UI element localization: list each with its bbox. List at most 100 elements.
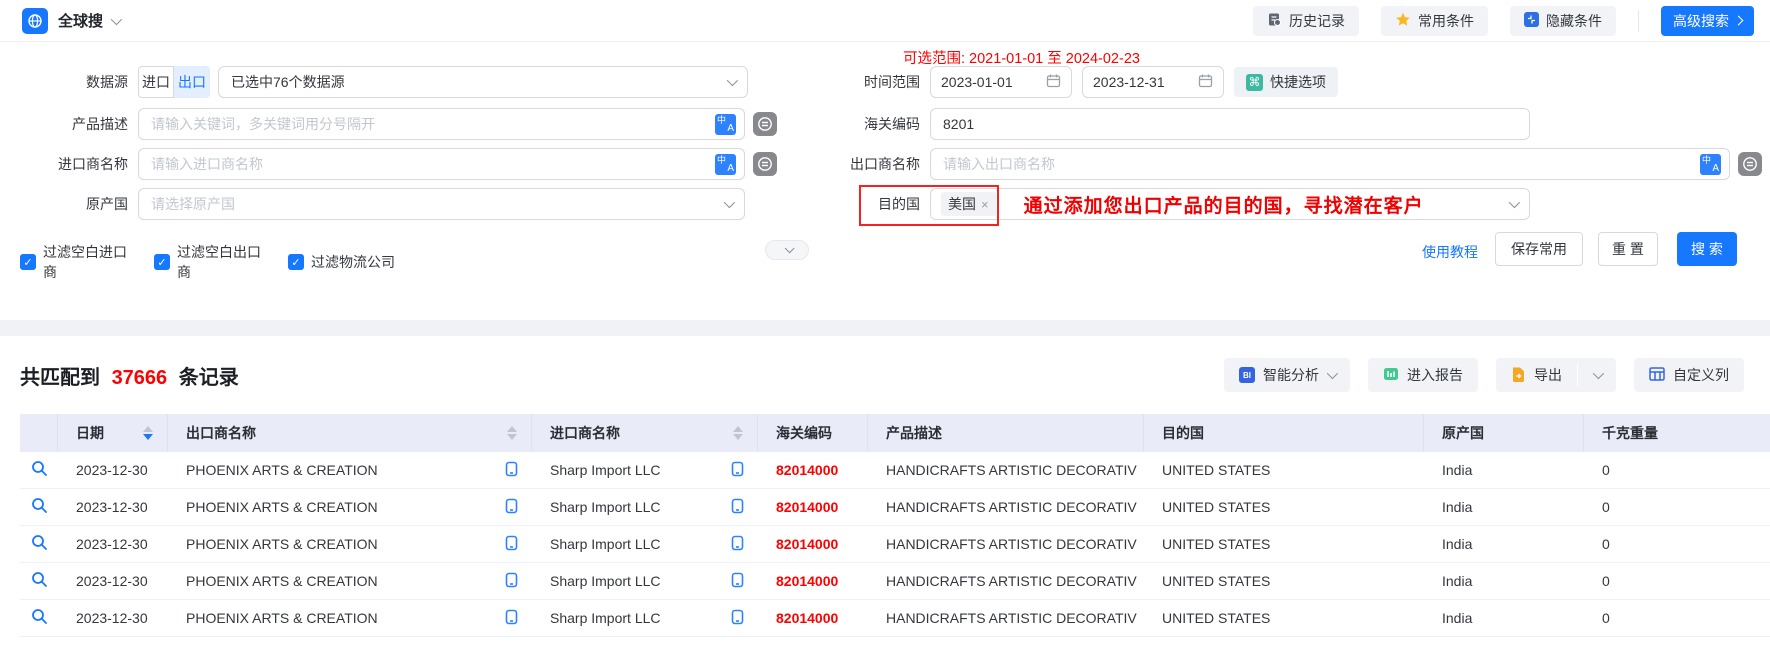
- exclude-icon[interactable]: [753, 112, 777, 136]
- hide-conditions-button[interactable]: 隐藏条件: [1510, 6, 1616, 36]
- export-dropdown-button[interactable]: [1578, 358, 1616, 392]
- cell-importer: Sharp Import LLC: [532, 572, 758, 591]
- header-product: 产品描述: [868, 414, 1144, 452]
- cell-hs-code[interactable]: 82014000: [758, 499, 868, 515]
- cell-exporter: PHOENIX ARTS & CREATION: [168, 572, 532, 591]
- cell-destination: UNITED STATES: [1144, 573, 1424, 589]
- cell-date: 2023-12-30: [58, 573, 168, 589]
- cell-hs-code[interactable]: 82014000: [758, 573, 868, 589]
- table-row: 2023-12-30 PHOENIX ARTS & CREATION Sharp…: [20, 600, 1770, 637]
- row-detail-search-icon[interactable]: [31, 534, 48, 554]
- cell-destination: UNITED STATES: [1144, 462, 1424, 478]
- row-detail-search-icon[interactable]: [31, 460, 48, 480]
- copy-icon[interactable]: [505, 498, 518, 517]
- importer-name: Sharp Import LLC: [550, 610, 661, 626]
- filter-logistics-checkbox[interactable]: ✓ 过滤物流公司: [288, 252, 408, 272]
- copy-icon[interactable]: [505, 461, 518, 480]
- cell-importer: Sharp Import LLC: [532, 535, 758, 554]
- checkbox-checked-icon[interactable]: ✓: [154, 254, 170, 270]
- collapse-form-button[interactable]: [765, 240, 809, 260]
- end-date-input[interactable]: [1093, 74, 1185, 90]
- destination-select[interactable]: 美国 × 通过添加您出口产品的目的国，寻找潜在客户: [930, 188, 1530, 220]
- product-desc-label: 产品描述: [0, 114, 138, 134]
- cell-hs-code[interactable]: 82014000: [758, 610, 868, 626]
- calendar-icon[interactable]: [1198, 73, 1213, 91]
- cell-weight: 0: [1584, 499, 1770, 515]
- start-date-input[interactable]: [941, 74, 1033, 90]
- globe-icon: [22, 8, 48, 34]
- translate-icon[interactable]: 中A: [715, 154, 736, 175]
- export-toggle[interactable]: 出口: [174, 66, 210, 98]
- cell-hs-code[interactable]: 82014000: [758, 536, 868, 552]
- copy-icon[interactable]: [731, 609, 744, 628]
- time-range-label: 时间范围: [790, 72, 930, 92]
- importer-input[interactable]: [151, 156, 715, 172]
- start-date-field[interactable]: [930, 66, 1072, 98]
- data-source-label: 数据源: [0, 72, 138, 92]
- copy-icon[interactable]: [505, 535, 518, 554]
- cell-weight: 0: [1584, 610, 1770, 626]
- data-source-select[interactable]: 已选中76个数据源: [218, 66, 748, 98]
- import-toggle[interactable]: 进口: [138, 66, 174, 98]
- header-exporter[interactable]: 出口商名称: [168, 414, 532, 452]
- copy-icon[interactable]: [731, 498, 744, 517]
- row-detail-search-icon[interactable]: [31, 571, 48, 591]
- chevron-down-icon: [727, 75, 738, 86]
- reset-button[interactable]: 重 置: [1598, 232, 1658, 266]
- tutorial-link[interactable]: 使用教程: [1422, 242, 1478, 262]
- favorites-button[interactable]: 常用条件: [1381, 6, 1488, 36]
- sort-icon[interactable]: [507, 426, 517, 440]
- product-desc-input[interactable]: [151, 116, 715, 132]
- exporter-input[interactable]: [943, 156, 1700, 172]
- custom-columns-button[interactable]: 自定义列: [1634, 358, 1744, 392]
- cell-product: HANDICRAFTS ARTISTIC DECORATIV: [868, 499, 1144, 515]
- row-detail-search-icon[interactable]: [31, 497, 48, 517]
- cell-hs-code[interactable]: 82014000: [758, 462, 868, 478]
- bi-analysis-icon: BI: [1239, 367, 1255, 383]
- translate-icon[interactable]: 中A: [715, 114, 736, 135]
- copy-icon[interactable]: [505, 609, 518, 628]
- filter-blank-exporter-checkbox[interactable]: ✓ 过滤空白出口商: [154, 242, 274, 282]
- enter-report-button[interactable]: 进入报告: [1368, 358, 1478, 392]
- destination-annotation: 通过添加您出口产品的目的国，寻找潜在客户: [1024, 191, 1424, 218]
- hs-code-input[interactable]: [943, 116, 1521, 132]
- copy-icon[interactable]: [731, 535, 744, 554]
- checkbox-checked-icon[interactable]: ✓: [288, 254, 304, 270]
- header-date[interactable]: 日期: [58, 414, 168, 452]
- cell-date: 2023-12-30: [58, 499, 168, 515]
- search-form: 可选范围: 2021-01-01 至 2024-02-23 数据源 进口 出口 …: [0, 42, 1770, 320]
- cell-origin: India: [1424, 536, 1584, 552]
- trade-direction-toggle: 进口 出口: [138, 66, 210, 98]
- calendar-icon[interactable]: [1046, 73, 1061, 91]
- copy-icon[interactable]: [731, 461, 744, 480]
- exclude-icon[interactable]: [1738, 152, 1762, 176]
- exclude-icon[interactable]: [753, 152, 777, 176]
- smart-analysis-button[interactable]: BI 智能分析: [1224, 358, 1350, 392]
- search-button[interactable]: 搜 索: [1677, 232, 1737, 266]
- tag-remove-icon[interactable]: ×: [981, 197, 989, 212]
- sort-icon[interactable]: [143, 426, 153, 440]
- quick-options-button[interactable]: ⌘ 快捷选项: [1234, 67, 1338, 97]
- chevron-down-icon[interactable]: [111, 13, 122, 24]
- chevron-down-icon: [784, 243, 794, 253]
- export-button[interactable]: 导出: [1496, 358, 1577, 392]
- row-detail-search-icon[interactable]: [31, 608, 48, 628]
- save-common-button[interactable]: 保存常用: [1495, 232, 1583, 266]
- date-range-hint: 可选范围: 2021-01-01 至 2024-02-23: [903, 47, 1140, 68]
- header-importer[interactable]: 进口商名称: [532, 414, 758, 452]
- importer-name: Sharp Import LLC: [550, 462, 661, 478]
- sort-icon[interactable]: [733, 426, 743, 440]
- copy-icon[interactable]: [731, 572, 744, 591]
- filter-blank-importer-checkbox[interactable]: ✓ 过滤空白进口商: [20, 242, 140, 282]
- copy-icon[interactable]: [505, 572, 518, 591]
- checkbox-checked-icon[interactable]: ✓: [20, 254, 36, 270]
- data-source-value: 已选中76个数据源: [231, 72, 345, 92]
- advanced-search-button[interactable]: 高级搜索: [1661, 6, 1754, 36]
- end-date-field[interactable]: [1082, 66, 1224, 98]
- origin-select[interactable]: 请选择原产国: [138, 188, 745, 220]
- cell-product: HANDICRAFTS ARTISTIC DECORATIV: [868, 573, 1144, 589]
- translate-icon[interactable]: 中A: [1700, 154, 1721, 175]
- exporter-name: PHOENIX ARTS & CREATION: [186, 536, 378, 552]
- export-button-group: 导出: [1496, 358, 1616, 392]
- history-button[interactable]: 历史记录: [1253, 6, 1359, 36]
